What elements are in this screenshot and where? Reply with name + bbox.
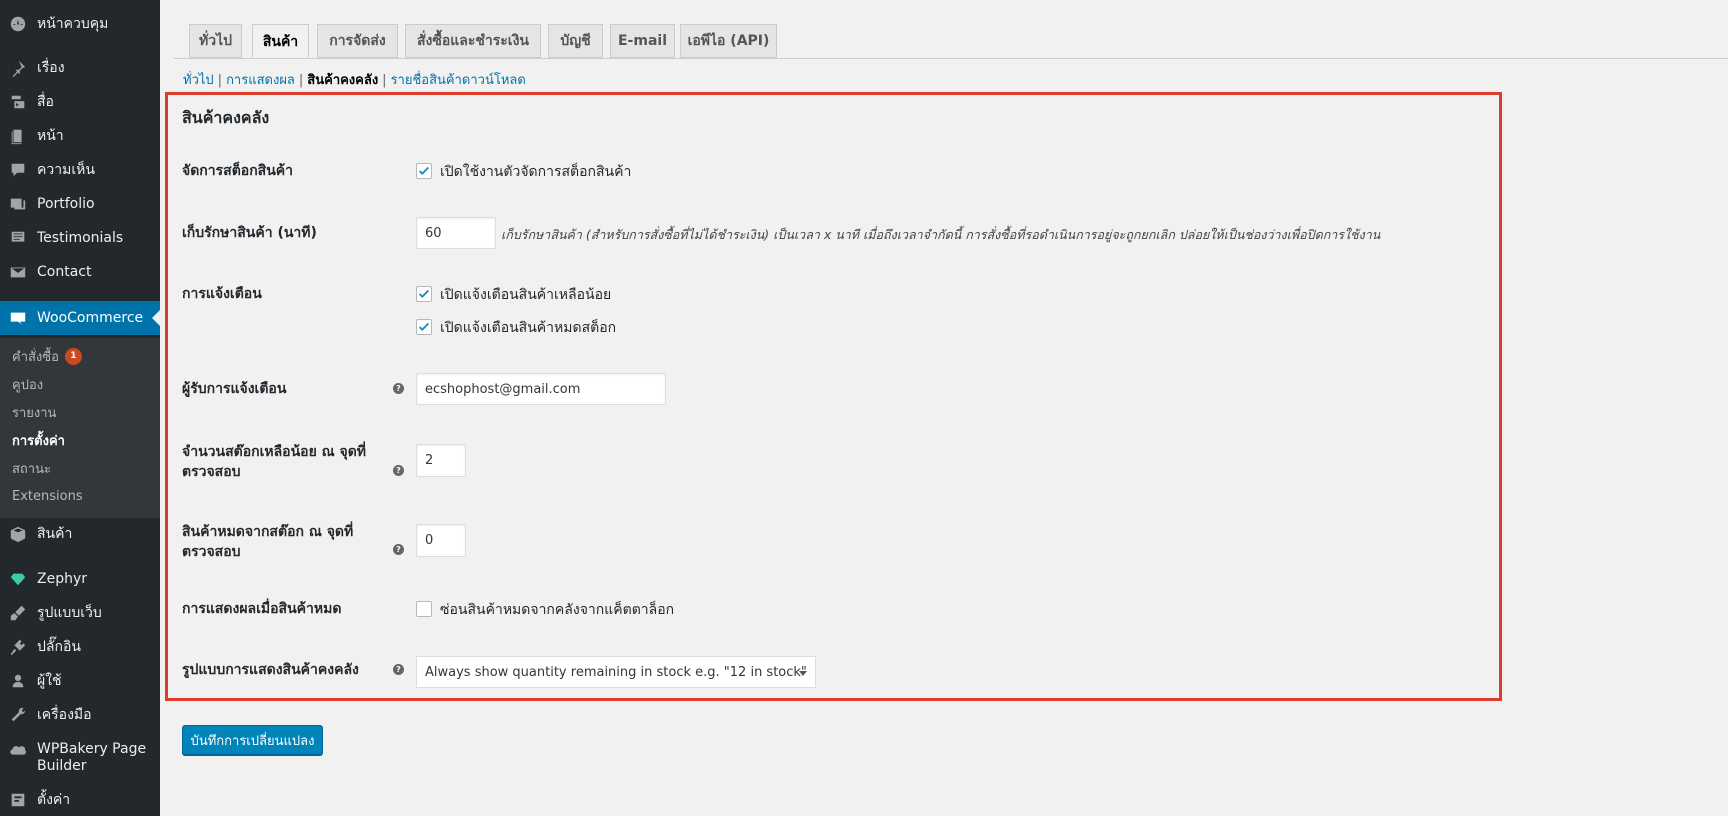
out-threshold-label: สินค้าหมดจากสต๊อก ณ จุดที่ ตรวจสอบ <box>182 524 354 560</box>
low-threshold-input[interactable] <box>416 444 466 477</box>
submenu-coupons[interactable]: คูปอง <box>12 372 43 396</box>
comment-icon <box>8 160 28 180</box>
low-stock-notify-label: เปิดแจ้งเตือนสินค้าเหลือน้อย <box>440 287 612 303</box>
portfolio-icon <box>8 194 28 214</box>
out-of-stock-notify-label: เปิดแจ้งเตือนสินค้าหมดสต็อก <box>440 320 617 336</box>
menu-wpbakery[interactable]: WPBakery Page Builder <box>0 741 160 779</box>
brush-icon <box>8 603 28 623</box>
submenu-extensions[interactable]: Extensions <box>12 484 83 508</box>
recipient-email-input[interactable] <box>416 373 666 405</box>
help-icon[interactable]: ? <box>393 465 404 476</box>
help-icon[interactable]: ? <box>393 383 404 394</box>
tab-products[interactable]: สินค้า <box>252 24 309 59</box>
hold-stock-input[interactable] <box>416 217 496 249</box>
submenu-status[interactable]: สถานะ <box>12 456 51 480</box>
media-icon <box>8 92 28 112</box>
help-icon[interactable]: ? <box>393 664 404 675</box>
subsection-inventory[interactable]: สินค้าคงคลัง <box>307 73 378 88</box>
tab-divider <box>174 58 1728 59</box>
manage-stock-checkbox[interactable] <box>416 163 432 179</box>
menu-contact[interactable]: Contact <box>0 255 160 289</box>
menu-woocommerce[interactable]: WooCommerce <box>0 301 160 335</box>
tab-checkout[interactable]: สั่งซื้อและชำระเงิน <box>405 24 541 58</box>
admin-sidebar: หน้าควบคุม เรื่อง สื่อ หน้า ความเห็น Por… <box>0 0 160 816</box>
hide-out-of-stock-label: ซ่อนสินค้าหมดจากคลังจากแค็ตตาล็อก <box>440 602 675 618</box>
stock-format-label: รูปแบบการแสดงสินค้าคงคลัง <box>182 662 359 678</box>
plugin-icon <box>8 637 28 657</box>
tab-accounts[interactable]: บัญชี <box>548 24 603 58</box>
hide-out-of-stock-checkbox[interactable] <box>416 601 432 617</box>
save-changes-button[interactable]: บันทึกการเปลี่ยนแปลง <box>182 725 323 755</box>
orders-count-badge: 1 <box>64 347 82 365</box>
tab-shipping[interactable]: การจัดส่ง <box>317 24 398 58</box>
menu-zephyr[interactable]: Zephyr <box>0 562 160 596</box>
gem-icon <box>8 569 28 589</box>
woocommerce-submenu: คำสั่งซื้อ 1 คูปอง รายงาน การตั้งค่า สถา… <box>0 338 160 518</box>
menu-media[interactable]: สื่อ <box>0 85 160 119</box>
notifications-label: การแจ้งเตือน <box>182 286 262 302</box>
subsection-general[interactable]: ทั่วไป <box>183 73 214 88</box>
manage-stock-label: จัดการสต็อกสินค้า <box>182 163 294 179</box>
user-icon <box>8 671 28 691</box>
out-of-stock-visibility-label: การแสดงผลเมื่อสินค้าหมด <box>182 601 342 617</box>
submenu-orders[interactable]: คำสั่งซื้อ 1 <box>12 344 82 368</box>
help-icon[interactable]: ? <box>393 544 404 555</box>
subsection-links: ทั่วไป | การแสดงผล | สินค้าคงคลัง | รายชื่อสิน… <box>183 73 526 88</box>
menu-pages[interactable]: หน้า <box>0 119 160 153</box>
menu-tools[interactable]: เครื่องมือ <box>0 698 160 732</box>
submenu-settings[interactable]: การตั้งค่า <box>12 428 65 452</box>
menu-products[interactable]: สินค้า <box>0 517 160 551</box>
testimonial-icon <box>8 228 28 248</box>
subsection-display[interactable]: การแสดงผล <box>226 73 295 88</box>
highlight-frame <box>165 92 1502 701</box>
tab-general[interactable]: ทั่วไป <box>189 24 242 58</box>
woocommerce-icon <box>8 308 28 328</box>
checkmark-icon <box>418 289 430 298</box>
menu-plugins[interactable]: ปลั๊กอิน <box>0 630 160 664</box>
tab-email[interactable]: E-mail <box>610 24 675 58</box>
wrench-icon <box>8 705 28 725</box>
page-icon <box>8 126 28 146</box>
section-title: สินค้าคงคลัง <box>182 108 270 127</box>
wpbakery-icon <box>8 741 28 761</box>
box-icon <box>8 524 28 544</box>
out-threshold-input[interactable] <box>416 524 466 557</box>
tab-api[interactable]: เอพีไอ (API) <box>680 24 777 58</box>
dashboard-icon <box>8 14 28 34</box>
menu-posts[interactable]: เรื่อง <box>0 51 160 85</box>
out-of-stock-notify-checkbox[interactable] <box>416 319 432 335</box>
menu-testimonials[interactable]: Testimonials <box>0 221 160 255</box>
stock-format-select[interactable]: Always show quantity remaining in stock … <box>416 656 816 688</box>
hold-stock-description: เก็บรักษาสินค้า (สำหรับการสั่งซื้อที่ไม่… <box>501 227 1381 242</box>
mail-icon <box>8 262 28 282</box>
settings-icon <box>8 790 28 810</box>
menu-portfolio[interactable]: Portfolio <box>0 187 160 221</box>
menu-settings[interactable]: ตั้งค่า <box>0 783 160 816</box>
hold-stock-label: เก็บรักษาสินค้า (นาที) <box>182 225 317 241</box>
menu-users[interactable]: ผู้ใช้ <box>0 664 160 698</box>
menu-dashboard[interactable]: หน้าควบคุม <box>0 7 160 41</box>
recipient-label: ผู้รับการแจ้งเตือน <box>182 381 287 397</box>
subsection-downloadable[interactable]: รายชื่อสินค้าดาวน์โหลด <box>391 73 526 88</box>
low-stock-notify-checkbox[interactable] <box>416 286 432 302</box>
chevron-down-icon <box>799 671 807 676</box>
low-threshold-label: จำนวนสต๊อกเหลือน้อย ณ จุดที่ ตรวจสอบ <box>182 444 367 480</box>
checkmark-icon <box>418 166 430 175</box>
menu-comments[interactable]: ความเห็น <box>0 153 160 187</box>
menu-appearance[interactable]: รูปแบบเว็บ <box>0 596 160 630</box>
manage-stock-checkbox-label: เปิดใช้งานตัวจัดการสต็อกสินค้า <box>440 164 632 180</box>
checkmark-icon <box>418 322 430 331</box>
pin-icon <box>8 58 28 78</box>
submenu-reports[interactable]: รายงาน <box>12 400 56 424</box>
